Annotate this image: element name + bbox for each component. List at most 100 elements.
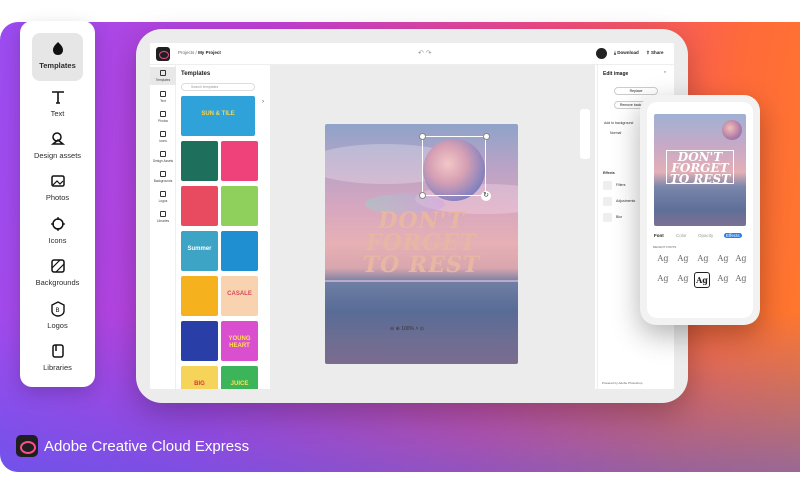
template-thumbnail[interactable] [181,276,218,316]
effects-heading: Effects [603,171,615,175]
blend-mode-select[interactable]: Normal [610,131,621,135]
resize-handle[interactable] [419,133,426,140]
app-topbar: Projects / My Project ↶ ↷ ⤓ Download ⇪ S… [150,43,674,65]
font-tile[interactable]: Ag [715,272,731,288]
rail-item-backgrounds[interactable]: Backgrounds [150,171,176,183]
sidebar-item-label: Text [50,109,65,118]
phone-poster-text: TO REST [669,172,731,186]
sidebar-item-photos[interactable]: Photos [20,173,95,213]
rotate-icon[interactable]: ↻ [481,191,491,201]
font-tile[interactable]: Ag [695,252,711,268]
template-thumbnail[interactable]: BIG [181,366,218,389]
search-placeholder: Search templates [191,85,219,89]
breadcrumb-separator: / [195,50,197,55]
zoom-level[interactable]: 100% [401,326,414,332]
template-thumbnail-text: Summer [187,246,212,253]
edit-panel-title: Edit image [603,71,629,77]
font-tile-selected[interactable]: Ag [694,272,710,288]
rail-item-templates[interactable]: Templates [150,67,176,85]
template-thumbnail[interactable]: YOUNG HEART [221,321,258,361]
template-thumbnail[interactable] [221,141,258,181]
effect-item-blur[interactable]: Blur [616,215,622,219]
template-thumbnail[interactable]: JUICE [221,366,258,389]
share-button[interactable]: ⇪ Share [646,50,664,56]
adjustments-icon[interactable] [603,197,612,206]
sidebar-item-design-assets[interactable]: Design assets [20,131,95,171]
effect-item-filters[interactable]: Filters [616,183,626,187]
design-assets-icon [160,151,166,157]
sidebar-item-templates[interactable]: Templates [32,33,83,81]
template-thumbnail[interactable] [181,141,218,181]
download-button[interactable]: ⤓ Download [614,50,639,55]
font-tile[interactable]: Ag [733,252,749,268]
sidebar-item-text[interactable]: Text [20,89,95,129]
tab-font[interactable]: Font [654,233,664,238]
chevron-up-icon[interactable]: ˄ [415,326,418,332]
rail-item-design-assets[interactable]: Design Assets [150,151,176,163]
sidebar-item-backgrounds[interactable]: Backgrounds [20,258,95,298]
backgrounds-icon [50,259,65,273]
font-tile[interactable]: Ag [675,252,691,268]
resize-handle[interactable] [483,133,490,140]
template-thumbnail[interactable] [221,231,258,271]
avatar[interactable] [596,48,607,59]
font-tile[interactable]: Ag [733,272,749,288]
project-name[interactable]: My Project [198,50,221,55]
template-search-input[interactable]: Search templates [181,83,255,91]
template-thumbnail[interactable]: Summer [181,231,218,271]
zoom-out-icon[interactable]: ⊖ [390,326,394,332]
tab-color[interactable]: Color [676,233,687,238]
poster-text-line[interactable]: FORGET [325,232,518,254]
rail-label: Photos [158,119,168,123]
rail-item-photos[interactable]: Photos [150,111,176,123]
app-logo-icon[interactable] [156,47,170,61]
tab-effects[interactable]: Effects [724,233,742,238]
template-thumbnail[interactable] [181,321,218,361]
template-thumbnail[interactable]: SUN & TILE [181,96,255,136]
undo-redo-icons[interactable]: ↶ ↷ [418,49,432,57]
template-thumbnail-text: YOUNG HEART [228,336,251,349]
template-thumbnail[interactable] [181,186,218,226]
template-thumbnail-text: JUICE [230,381,249,388]
sidebar-item-libraries[interactable]: Libraries [20,343,95,383]
tab-opacity[interactable]: Opacity [698,233,713,238]
effect-item-adjustments[interactable]: Adjustments [616,199,635,203]
font-tile[interactable]: Ag [715,252,731,268]
rail-item-logos[interactable]: Logos [150,191,176,203]
font-tile[interactable]: Ag [655,252,671,268]
poster-text-line[interactable]: DON'T [325,210,518,232]
rail-item-libraries[interactable]: Libraries [150,211,176,223]
resize-handle[interactable] [419,192,426,199]
rail-label: Libraries [156,219,170,223]
filters-icon[interactable] [603,181,612,190]
breadcrumb: Projects / My Project [178,50,221,55]
template-thumbnail-text: BIG [194,381,205,388]
poster-text-line[interactable]: TO REST [325,254,518,276]
selection-box[interactable] [422,136,486,196]
template-thumbnail[interactable] [221,186,258,226]
phone-poster-preview[interactable]: DON'T FORGET TO REST [654,114,746,226]
blur-icon[interactable] [603,213,612,222]
add-to-background-toggle[interactable]: Add to background [604,121,633,125]
rail-item-icons[interactable]: Icons [150,131,176,143]
font-tile[interactable]: Ag [675,272,691,288]
toggle-label: Add to background [604,121,634,125]
share-label: Share [651,50,664,55]
zoom-in-icon[interactable]: ⊕ [396,326,400,332]
backgrounds-icon [160,171,166,177]
breadcrumb-projects[interactable]: Projects [178,50,194,55]
rail-label: Logos [158,199,168,203]
zoom-controls: ⊖ ⊕ 100% ˄ ⊙ [390,326,424,332]
rail-item-text[interactable]: Text [150,91,176,103]
font-tile[interactable]: Ag [655,272,671,288]
phone-tab-bar: Font Color Opacity Effects [652,232,748,242]
phone-screen: DON'T FORGET TO REST Font Color Opacity … [647,102,753,318]
replace-button[interactable]: Replace [614,87,658,95]
collapse-panel-icon[interactable]: › [262,99,264,105]
template-thumbnail[interactable]: CASALE [221,276,258,316]
sidebar-item-icons[interactable]: Icons [20,216,95,256]
close-icon[interactable]: × [664,70,666,74]
fit-icon[interactable]: ⊙ [420,326,424,332]
sidebar-item-logos[interactable]: B Logos [20,301,95,341]
canvas-tool-strip [580,109,590,159]
